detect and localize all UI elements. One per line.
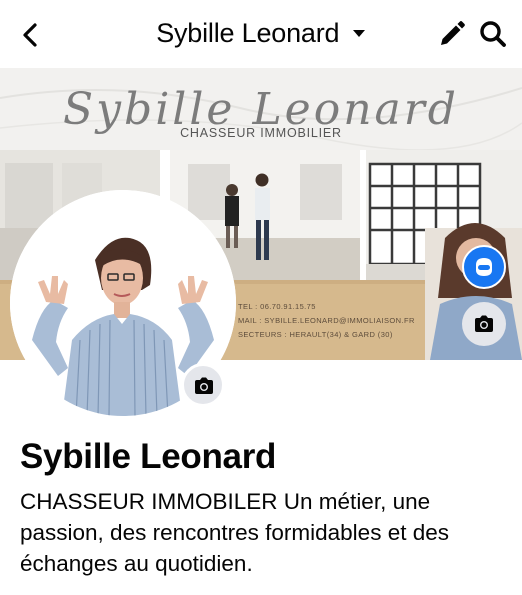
camera-icon: [195, 377, 213, 394]
search-button[interactable]: [479, 20, 507, 48]
cover-info-phone: TEL : 06.70.91.15.75: [238, 302, 316, 311]
avatar-icon: [476, 258, 492, 276]
cover-contact-info: TEL : 06.70.91.15.75 MAIL : SYBILLE.LEON…: [238, 300, 415, 342]
cover-logo-subtitle: CHASSEUR IMMOBILIER: [180, 126, 342, 140]
search-icon: [480, 21, 506, 47]
edit-cover-photo-button[interactable]: [462, 302, 506, 346]
top-bar: Sybille Leonard: [0, 0, 522, 68]
caret-down-icon: [352, 29, 365, 37]
profile-name: Sybille Leonard: [20, 437, 277, 476]
cover-info-mail: MAIL : SYBILLE.LEONARD@IMMOLIAISON.FR: [238, 316, 415, 325]
edit-button[interactable]: [438, 20, 466, 48]
profile-bio: CHASSEUR IMMOBILER Un métier, une passio…: [20, 489, 449, 576]
camera-icon: [475, 315, 493, 332]
pencil-icon: [441, 21, 465, 45]
edit-profile-picture-button[interactable]: [181, 363, 225, 407]
cover-info-sectors: SECTEURS : HERAULT(34) & GARD (30): [238, 330, 393, 339]
page-title: Sybille Leonard: [156, 18, 340, 48]
avatar-button[interactable]: [462, 245, 506, 289]
